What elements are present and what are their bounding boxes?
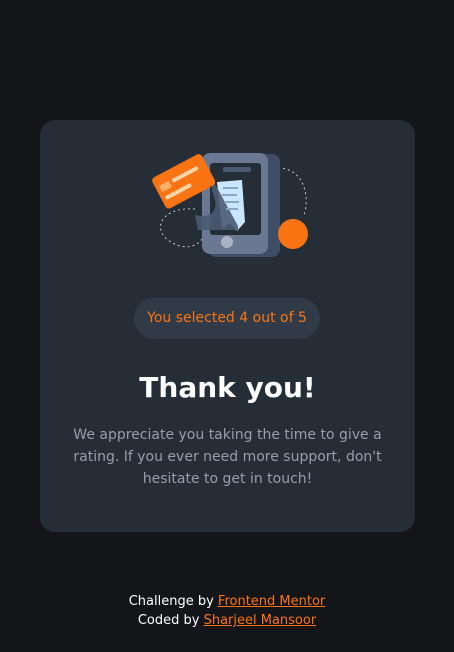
challenge-attribution: Challenge by Frontend Mentor [0, 592, 454, 611]
frontend-mentor-link[interactable]: Frontend Mentor [218, 594, 325, 609]
thank-you-card: You selected 4 out of 5 Thank you! We ap… [40, 120, 415, 532]
selected-rating-badge: You selected 4 out of 5 [134, 298, 320, 339]
page-title: Thank you! [139, 371, 316, 404]
coder-attribution: Coded by Sharjeel Mansoor [0, 611, 454, 630]
payment-illustration [152, 153, 308, 257]
attribution-footer: Challenge by Frontend Mentor Coded by Sh… [0, 592, 454, 630]
sharjeel-mansoor-link[interactable]: Sharjeel Mansoor [204, 613, 317, 628]
coded-prefix: Coded by [137, 613, 200, 628]
thank-you-message: We appreciate you taking the time to giv… [73, 427, 382, 487]
page: You selected 4 out of 5 Thank you! We ap… [0, 0, 454, 652]
challenge-prefix: Challenge by [128, 594, 214, 609]
